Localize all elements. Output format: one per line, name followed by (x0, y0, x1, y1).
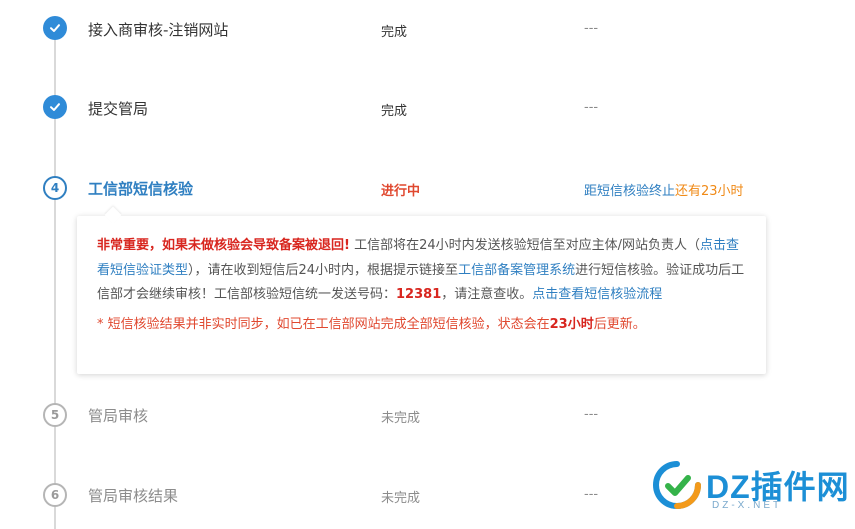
step-title: 管局审核结果 (88, 487, 179, 505)
verification-flow-link[interactable]: 点击查看短信核验流程 (532, 287, 662, 302)
step-status: 完成 (381, 104, 408, 119)
sms-verification-notice: 非常重要，如果未做核验会导致备案被退回! 工信部将在24小时内发送核验短信至对应… (77, 216, 766, 374)
step-status: 完成 (381, 25, 408, 40)
step-title: 管局审核 (88, 407, 149, 425)
step-note: --- (584, 407, 599, 422)
step-status: 进行中 (381, 184, 421, 199)
step-note: --- (584, 21, 599, 36)
step-note: --- (584, 100, 599, 115)
sms-sender-number: 12381 (396, 287, 442, 302)
watermark: DZ插件网 DZ-X.NET (652, 458, 849, 514)
check-icon (43, 16, 67, 40)
footnote-hours: 23小时 (549, 316, 594, 332)
step-item: 提交管局 完成 --- (0, 89, 855, 129)
notice-text: ），请在收到短信后24小时内，根据提示链接至 (188, 262, 459, 278)
step-item: 4 工信部短信核验 进行中 距短信核验终止还有23小时 (0, 169, 855, 209)
notice-text: 工信部将在24小时内发送核验短信至对应主体/网站负责人（ (349, 238, 700, 253)
dz-logo-icon (653, 461, 701, 509)
notice-footnote: * 短信核验结果并非实时同步，如已在工信部网站完成全部短信核验，状态会在23小时… (97, 316, 646, 332)
countdown-label: 距短信核验终止 (584, 184, 676, 199)
notice-warning: 非常重要，如果未做核验会导致备案被退回! (97, 238, 350, 253)
step-number-badge: 4 (43, 176, 67, 200)
step-title: 提交管局 (88, 100, 149, 118)
watermark-url: DZ-X.NET (712, 500, 783, 511)
miit-system-link[interactable]: 工信部备案管理系统 (458, 263, 575, 278)
step-note: --- (584, 487, 599, 502)
step-status: 未完成 (381, 411, 421, 426)
step-item: 5 管局审核 未完成 --- (0, 395, 855, 435)
step-note: 距短信核验终止还有23小时 (584, 180, 744, 199)
check-icon (43, 95, 67, 119)
step-number-badge: 6 (43, 483, 67, 507)
step-item: 接入商审核-注销网站 完成 --- (0, 10, 855, 50)
step-title: 接入商审核-注销网站 (88, 21, 229, 39)
step-status: 未完成 (381, 491, 421, 506)
step-title: 工信部短信核验 (88, 180, 194, 198)
notice-text: ，请注意查收。 (441, 287, 533, 302)
notice-paragraph: 非常重要，如果未做核验会导致备案被退回! 工信部将在24小时内发送核验短信至对应… (97, 234, 748, 308)
countdown-value: 还有23小时 (675, 184, 744, 199)
step-number-badge: 5 (43, 403, 67, 427)
